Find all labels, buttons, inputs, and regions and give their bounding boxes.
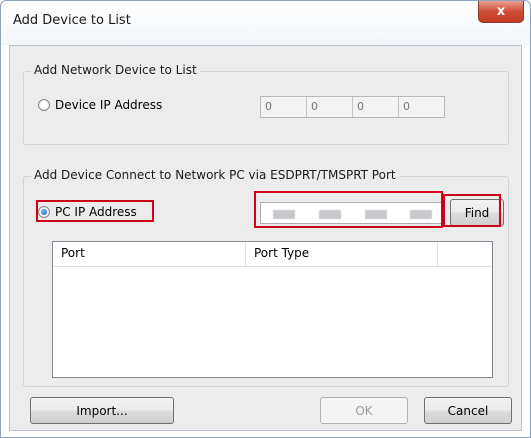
- port-list[interactable]: Port Port Type: [52, 241, 493, 378]
- ok-button-label: OK: [355, 403, 373, 418]
- find-button-label: Find: [464, 205, 490, 220]
- pc-device-group: Add Device Connect to Network PC via ESD…: [23, 168, 509, 387]
- pc-ip-label: PC IP Address: [55, 205, 137, 219]
- import-button-label: Import...: [76, 403, 128, 418]
- column-header-port[interactable]: Port: [53, 242, 246, 266]
- cancel-button-label: Cancel: [447, 403, 489, 418]
- column-header-filler: [438, 242, 492, 266]
- column-header-port-type[interactable]: Port Type: [246, 242, 438, 266]
- pc-device-group-title: Add Device Connect to Network PC via ESD…: [31, 168, 399, 182]
- device-ip-label: Device IP Address: [55, 98, 163, 112]
- device-ip-octet-1[interactable]: 0: [261, 97, 307, 117]
- import-button[interactable]: Import...: [30, 397, 174, 424]
- device-ip-radio[interactable]: [38, 99, 50, 111]
- close-button[interactable]: x: [478, 1, 524, 23]
- pc-ip-input[interactable]: [260, 202, 445, 224]
- redacted-octet: [410, 210, 433, 219]
- pc-ip-radio-row[interactable]: PC IP Address: [38, 205, 137, 219]
- device-ip-octet-3[interactable]: 0: [353, 97, 399, 117]
- redacted-octet: [273, 210, 295, 219]
- device-ip-octet-2[interactable]: 0: [307, 97, 353, 117]
- device-ip-input[interactable]: 0 0 0 0: [260, 96, 445, 118]
- network-device-group-title: Add Network Device to List: [31, 63, 200, 77]
- title-bar[interactable]: Add Device to List x: [1, 1, 530, 45]
- port-list-header: Port Port Type: [53, 242, 492, 267]
- pc-ip-radio[interactable]: [38, 206, 50, 218]
- dialog-title: Add Device to List: [13, 13, 131, 28]
- find-button[interactable]: Find: [450, 199, 504, 226]
- pc-ip-octet-2[interactable]: [307, 203, 353, 223]
- pc-ip-octet-4[interactable]: [398, 203, 444, 223]
- pc-ip-octet-3[interactable]: [353, 203, 399, 223]
- dialog-client-area: Add Network Device to List Device IP Add…: [9, 45, 522, 431]
- ok-button[interactable]: OK: [320, 397, 408, 424]
- device-ip-radio-row[interactable]: Device IP Address: [38, 98, 162, 112]
- pc-ip-octet-1[interactable]: [261, 203, 307, 223]
- network-device-group: Add Network Device to List Device IP Add…: [23, 63, 509, 145]
- redacted-octet: [364, 210, 387, 219]
- device-ip-octet-4[interactable]: 0: [399, 97, 444, 117]
- dialog-window: Add Device to List x Add Network Device …: [0, 0, 531, 438]
- redacted-octet: [318, 210, 341, 219]
- close-icon: x: [496, 4, 506, 19]
- cancel-button[interactable]: Cancel: [424, 397, 512, 424]
